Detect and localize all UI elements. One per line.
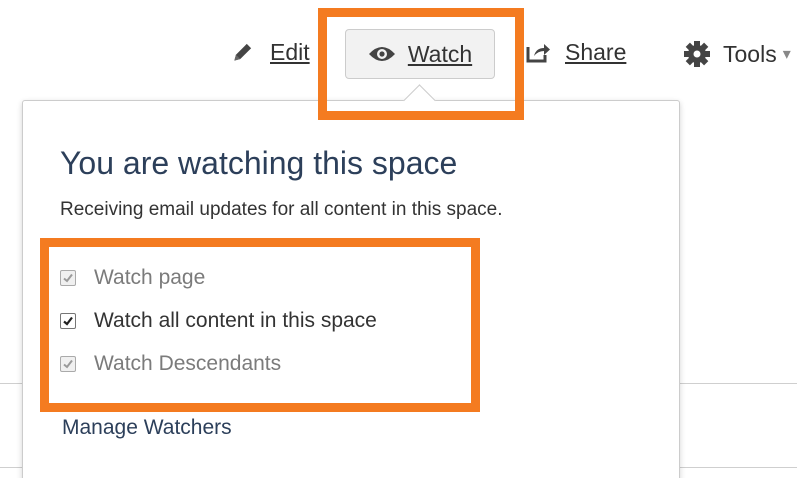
watch-page-label: Watch page [94, 266, 206, 289]
edit-label-text: Edit [270, 38, 310, 65]
watch-label-text: Watch [407, 40, 473, 67]
watch-descendants-option: Watch Descendants [60, 352, 281, 376]
gear-icon [684, 41, 710, 67]
chevron-down-icon: ▾ [782, 46, 791, 63]
checkmark-icon [63, 273, 73, 283]
panel-title: You are watching this space [60, 145, 458, 181]
watch-descendants-checkbox [60, 356, 76, 372]
watch-all-content-label[interactable]: Watch all content in this space [94, 309, 377, 333]
panel-description: Receiving email updates for all content … [60, 199, 503, 220]
watch-all-content-option[interactable]: Watch all content in this space [60, 309, 377, 333]
screenshot-stage: Edit Watch Share Tools ▾ You are watchin… [0, 0, 797, 478]
checkmark-icon [63, 316, 73, 326]
share-label-text: Share [565, 38, 627, 65]
edit-label: Edit [270, 39, 310, 66]
watch-label: Watch [408, 41, 472, 68]
share-icon [526, 44, 550, 63]
watch-page-option: Watch page [60, 266, 205, 290]
share-button[interactable]: Share [525, 32, 626, 72]
watch-dropdown-panel: You are watching this space Receiving em… [22, 100, 680, 478]
watch-page-checkbox [60, 270, 76, 286]
eye-icon [368, 47, 395, 61]
share-label: Share [565, 39, 626, 66]
pencil-icon [234, 43, 252, 61]
watch-all-content-checkbox[interactable] [60, 313, 76, 329]
checkmark-icon [63, 359, 73, 369]
manage-watchers-link[interactable]: Manage Watchers [62, 416, 232, 440]
tools-label: Tools [723, 40, 777, 67]
watch-button[interactable]: Watch [345, 29, 495, 79]
edit-button[interactable]: Edit [230, 32, 310, 72]
tools-button[interactable]: Tools ▾ [683, 34, 791, 74]
watch-descendants-label: Watch Descendants [94, 352, 282, 375]
